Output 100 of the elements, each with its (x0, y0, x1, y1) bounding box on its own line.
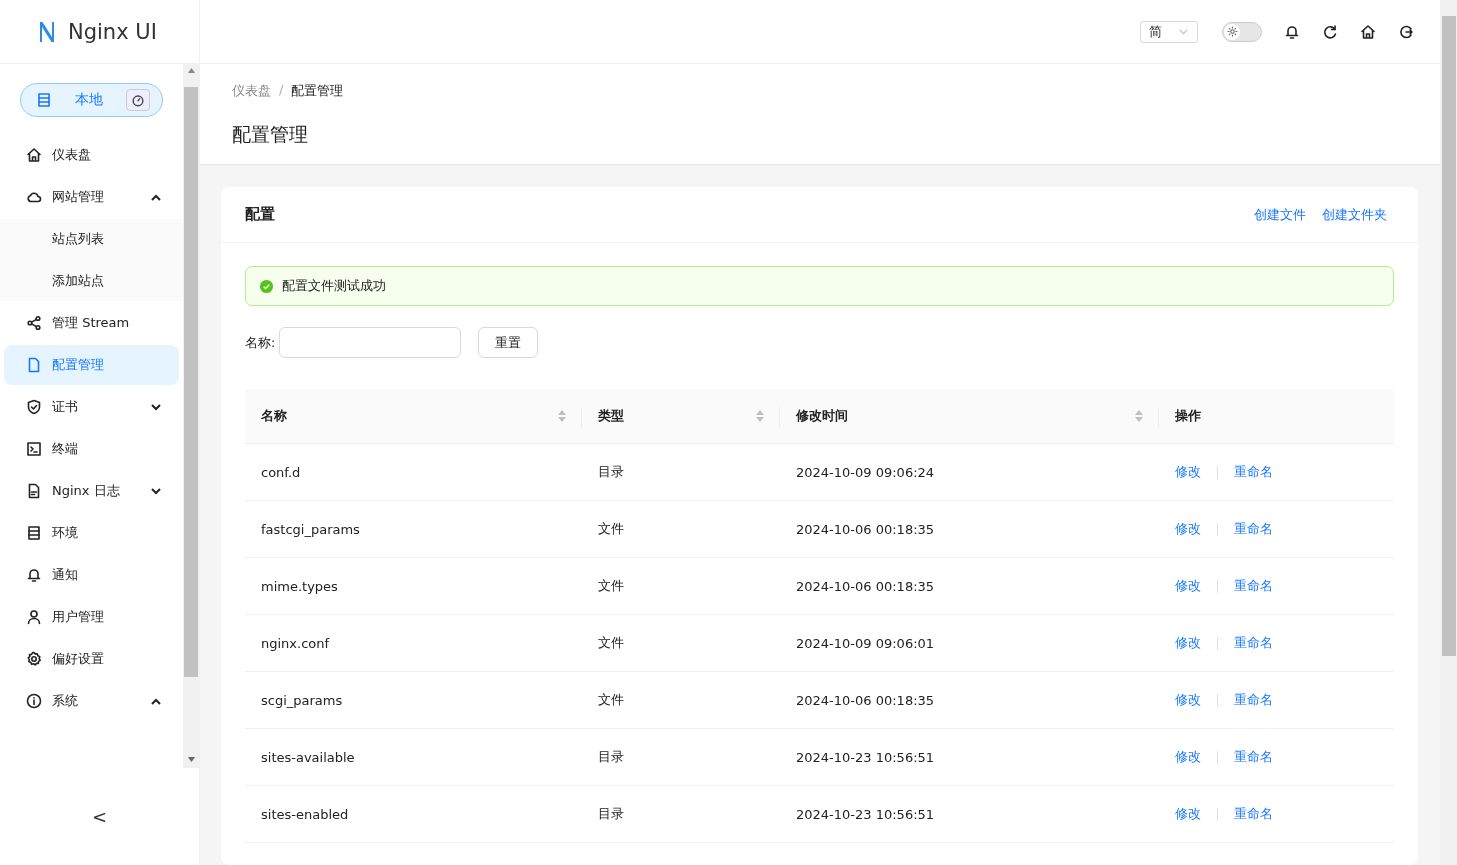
alert-message: 配置文件测试成功 (282, 277, 386, 295)
collapse-button[interactable]: < (91, 806, 108, 827)
reload-icon[interactable] (1322, 23, 1338, 40)
table-cell: 2024-10-06 00:18:35 (780, 671, 1159, 729)
table-cell: sites-enabled (245, 785, 582, 843)
breadcrumb-item: 配置管理 (291, 82, 344, 100)
server-icon (26, 525, 42, 541)
sort-icon (756, 410, 764, 422)
menu-item[interactable]: Nginx 日志 (4, 471, 179, 511)
sun-icon (1226, 26, 1238, 37)
page-scrollbar[interactable] (1440, 0, 1457, 865)
rename-link[interactable]: 重命名 (1234, 578, 1273, 593)
edit-link[interactable]: 修改 (1175, 521, 1201, 536)
scroll-down-icon[interactable] (187, 757, 195, 762)
rename-link[interactable]: 重命名 (1234, 749, 1273, 764)
column-header[interactable]: 名称 (245, 389, 582, 444)
sort-icon (1135, 410, 1143, 422)
home-icon[interactable] (1360, 23, 1376, 40)
document-icon (26, 483, 42, 499)
theme-toggle[interactable] (1222, 21, 1262, 42)
table-cell: 文件 (582, 557, 780, 615)
table-cell: sites-available (245, 728, 582, 786)
table-cell: 2024-10-09 09:06:24 (780, 443, 1159, 501)
gear-icon (26, 651, 42, 667)
environment-selector[interactable]: 本地 (20, 83, 163, 117)
edit-link[interactable]: 修改 (1175, 692, 1201, 707)
create-link[interactable]: 创建文件夹 (1322, 205, 1387, 224)
menu-item[interactable]: 终端 (4, 429, 179, 469)
logout-icon[interactable] (1398, 23, 1414, 40)
server-icon (36, 92, 52, 108)
menu-item[interactable]: 通知 (4, 555, 179, 595)
create-link[interactable]: 创建文件 (1254, 205, 1306, 224)
environment-label: 本地 (74, 91, 104, 109)
name-filter-field[interactable] (279, 327, 462, 358)
table-cell: conf.d (245, 443, 582, 501)
column-header: 操作 (1159, 389, 1394, 444)
table-cell: 2024-10-06 00:18:35 (780, 500, 1159, 558)
user-icon (26, 609, 42, 625)
rename-link[interactable]: 重命名 (1234, 521, 1273, 536)
submenu-item[interactable]: 站点列表 (4, 219, 179, 259)
table-cell: 2024-10-23 10:56:51 (780, 785, 1159, 843)
table-cell: 2024-10-23 10:56:51 (780, 728, 1159, 786)
reset-button[interactable]: 重置 (478, 327, 539, 358)
table-cell: 文件 (582, 614, 780, 672)
table-cell: mime.types (245, 557, 582, 615)
menu-item[interactable]: 偏好设置 (4, 639, 179, 679)
language-select[interactable]: 简 (1140, 20, 1198, 43)
breadcrumb-separator: / (279, 82, 284, 99)
cloud-icon (26, 189, 42, 205)
edit-link[interactable]: 修改 (1175, 749, 1201, 764)
sidebar-scrollbar[interactable] (183, 64, 199, 768)
rename-link[interactable]: 重命名 (1234, 692, 1273, 707)
edit-link[interactable]: 修改 (1175, 806, 1201, 821)
edit-link[interactable]: 修改 (1175, 578, 1201, 593)
rename-link[interactable]: 重命名 (1234, 464, 1273, 479)
menu-item[interactable]: 系统 (4, 681, 179, 721)
table-cell: 2024-10-09 09:06:01 (780, 614, 1159, 672)
gauge-icon (131, 93, 145, 107)
table-cell: nginx.conf (245, 614, 582, 672)
bell-icon[interactable] (1284, 23, 1300, 40)
home-icon (26, 147, 42, 163)
dashboard-button[interactable] (126, 89, 150, 111)
chevron-up-icon (151, 193, 161, 201)
table-cell: 目录 (582, 785, 780, 843)
info-icon (26, 693, 42, 709)
table-cell: 目录 (582, 728, 780, 786)
menu-item[interactable]: 证书 (4, 387, 179, 427)
filter-label: 名称: (245, 333, 276, 352)
menu-item[interactable]: 管理 Stream (4, 303, 179, 343)
file-icon (26, 357, 42, 373)
app-title: Nginx UI (68, 19, 157, 44)
bell-icon (26, 567, 42, 583)
terminal-icon (26, 441, 42, 457)
check-circle-icon (259, 278, 274, 294)
card-title: 配置 (245, 205, 276, 224)
menu-item[interactable]: 网站管理 (4, 177, 179, 217)
rename-link[interactable]: 重命名 (1234, 635, 1273, 650)
rename-link[interactable]: 重命名 (1234, 806, 1273, 821)
breadcrumb-item[interactable]: 仪表盘 (232, 82, 271, 100)
logo-icon (38, 20, 56, 43)
table-cell: 文件 (582, 671, 780, 729)
share-icon (26, 315, 42, 331)
chevron-down-icon (151, 487, 161, 495)
menu-item[interactable]: 用户管理 (4, 597, 179, 637)
edit-link[interactable]: 修改 (1175, 464, 1201, 479)
column-header[interactable]: 类型 (582, 389, 780, 444)
column-header[interactable]: 修改时间 (780, 389, 1159, 444)
table-cell: fastcgi_params (245, 500, 582, 558)
table-cell: 目录 (582, 443, 780, 501)
submenu-item[interactable]: 添加站点 (4, 261, 179, 301)
scroll-up-icon[interactable] (187, 68, 195, 73)
menu-item[interactable]: 环境 (4, 513, 179, 553)
page-title: 配置管理 (232, 122, 309, 147)
menu-item[interactable]: 配置管理 (4, 345, 179, 385)
table-cell: 2024-10-06 00:18:35 (780, 557, 1159, 615)
edit-link[interactable]: 修改 (1175, 635, 1201, 650)
menu-item[interactable]: 仪表盘 (4, 135, 179, 175)
sort-icon (558, 410, 566, 422)
chevron-down-icon (151, 403, 161, 411)
table-cell: scgi_params (245, 671, 582, 729)
